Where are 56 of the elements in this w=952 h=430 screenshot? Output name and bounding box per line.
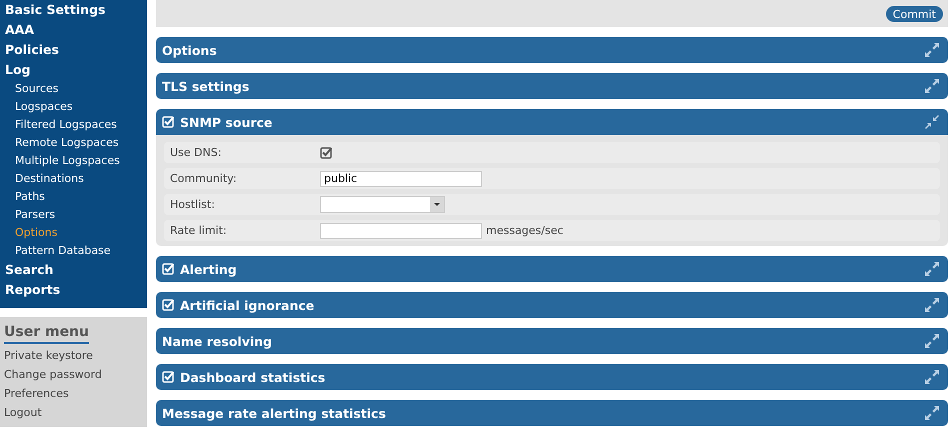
collapse-icon[interactable] xyxy=(924,114,940,130)
field-label: Community: xyxy=(170,172,238,185)
select-field[interactable] xyxy=(320,196,445,213)
panel-header[interactable]: SNMP source xyxy=(156,109,948,135)
expand-icon[interactable] xyxy=(924,261,940,277)
sidebar-item[interactable]: Search xyxy=(0,260,147,280)
panel-header[interactable]: TLS settings xyxy=(156,73,948,99)
commit-button[interactable]: Commit xyxy=(886,6,943,22)
panel-title: Dashboard statistics xyxy=(180,370,326,384)
panel-title: Options xyxy=(162,42,218,58)
expand-icon[interactable] xyxy=(924,405,940,421)
panel-header[interactable]: Options xyxy=(156,37,948,63)
sidebar-subitem[interactable]: Paths xyxy=(0,188,147,206)
panel-title: Name resolving xyxy=(162,334,273,348)
checkbox[interactable] xyxy=(320,146,332,158)
sidebar-item[interactable]: Policies xyxy=(0,40,147,60)
dropdown-icon[interactable] xyxy=(430,197,444,212)
sidebar-subitem[interactable]: Pattern Database xyxy=(0,242,147,260)
panel-header[interactable]: Artificial ignorance xyxy=(156,292,948,318)
sidebar-item[interactable]: Basic Settings xyxy=(0,0,147,20)
user-menu-link[interactable]: Change password xyxy=(4,365,143,384)
sidebar-subitem[interactable]: Sources xyxy=(0,80,147,98)
sidebar-item[interactable]: Reports xyxy=(0,280,147,300)
user-menu-link[interactable]: Private keystore xyxy=(4,346,143,365)
expand-icon[interactable] xyxy=(924,333,940,349)
panel-header[interactable]: Dashboard statistics xyxy=(156,364,948,390)
sidebar-subitem[interactable]: Filtered Logspaces xyxy=(0,116,147,134)
field-label: Rate limit: xyxy=(170,224,228,237)
sidebar-item[interactable]: Log xyxy=(0,60,147,80)
panel-title: Message rate alerting statistics xyxy=(162,406,387,420)
input-field[interactable]: public xyxy=(320,170,482,186)
field-label: Hostlist: xyxy=(170,198,216,211)
expand-icon[interactable] xyxy=(924,369,940,385)
sidebar-item[interactable]: AAA xyxy=(0,20,147,40)
expand-icon[interactable] xyxy=(924,78,940,94)
panel-title: Artificial ignorance xyxy=(180,298,316,312)
field-label: Use DNS: xyxy=(170,146,222,159)
sidebar-subitem[interactable]: Destinations xyxy=(0,170,147,188)
input-field[interactable] xyxy=(320,222,482,238)
panel-title: SNMP source xyxy=(180,114,274,130)
sidebar-subitem[interactable]: Remote Logspaces xyxy=(0,134,147,152)
unit-label: messages/sec xyxy=(486,224,564,237)
panel-header[interactable]: Alerting xyxy=(156,256,948,282)
user-menu-title: User menu xyxy=(4,322,89,344)
sidebar-subitem[interactable]: Parsers xyxy=(0,206,147,224)
expand-icon[interactable] xyxy=(924,297,940,313)
expand-icon[interactable] xyxy=(924,42,940,58)
sidebar-subitem[interactable]: Logspaces xyxy=(0,98,147,116)
panel-header[interactable]: Name resolving xyxy=(156,328,948,354)
panel-title: TLS settings xyxy=(162,78,250,94)
user-menu-link[interactable]: Preferences xyxy=(4,384,143,403)
sidebar-subitem[interactable]: Options xyxy=(0,224,147,242)
user-menu-link[interactable]: Logout xyxy=(4,403,143,422)
sidebar-subitem[interactable]: Multiple Logspaces xyxy=(0,152,147,170)
panel-header[interactable]: Message rate alerting statistics xyxy=(156,400,948,426)
panel-title: Alerting xyxy=(180,262,238,276)
